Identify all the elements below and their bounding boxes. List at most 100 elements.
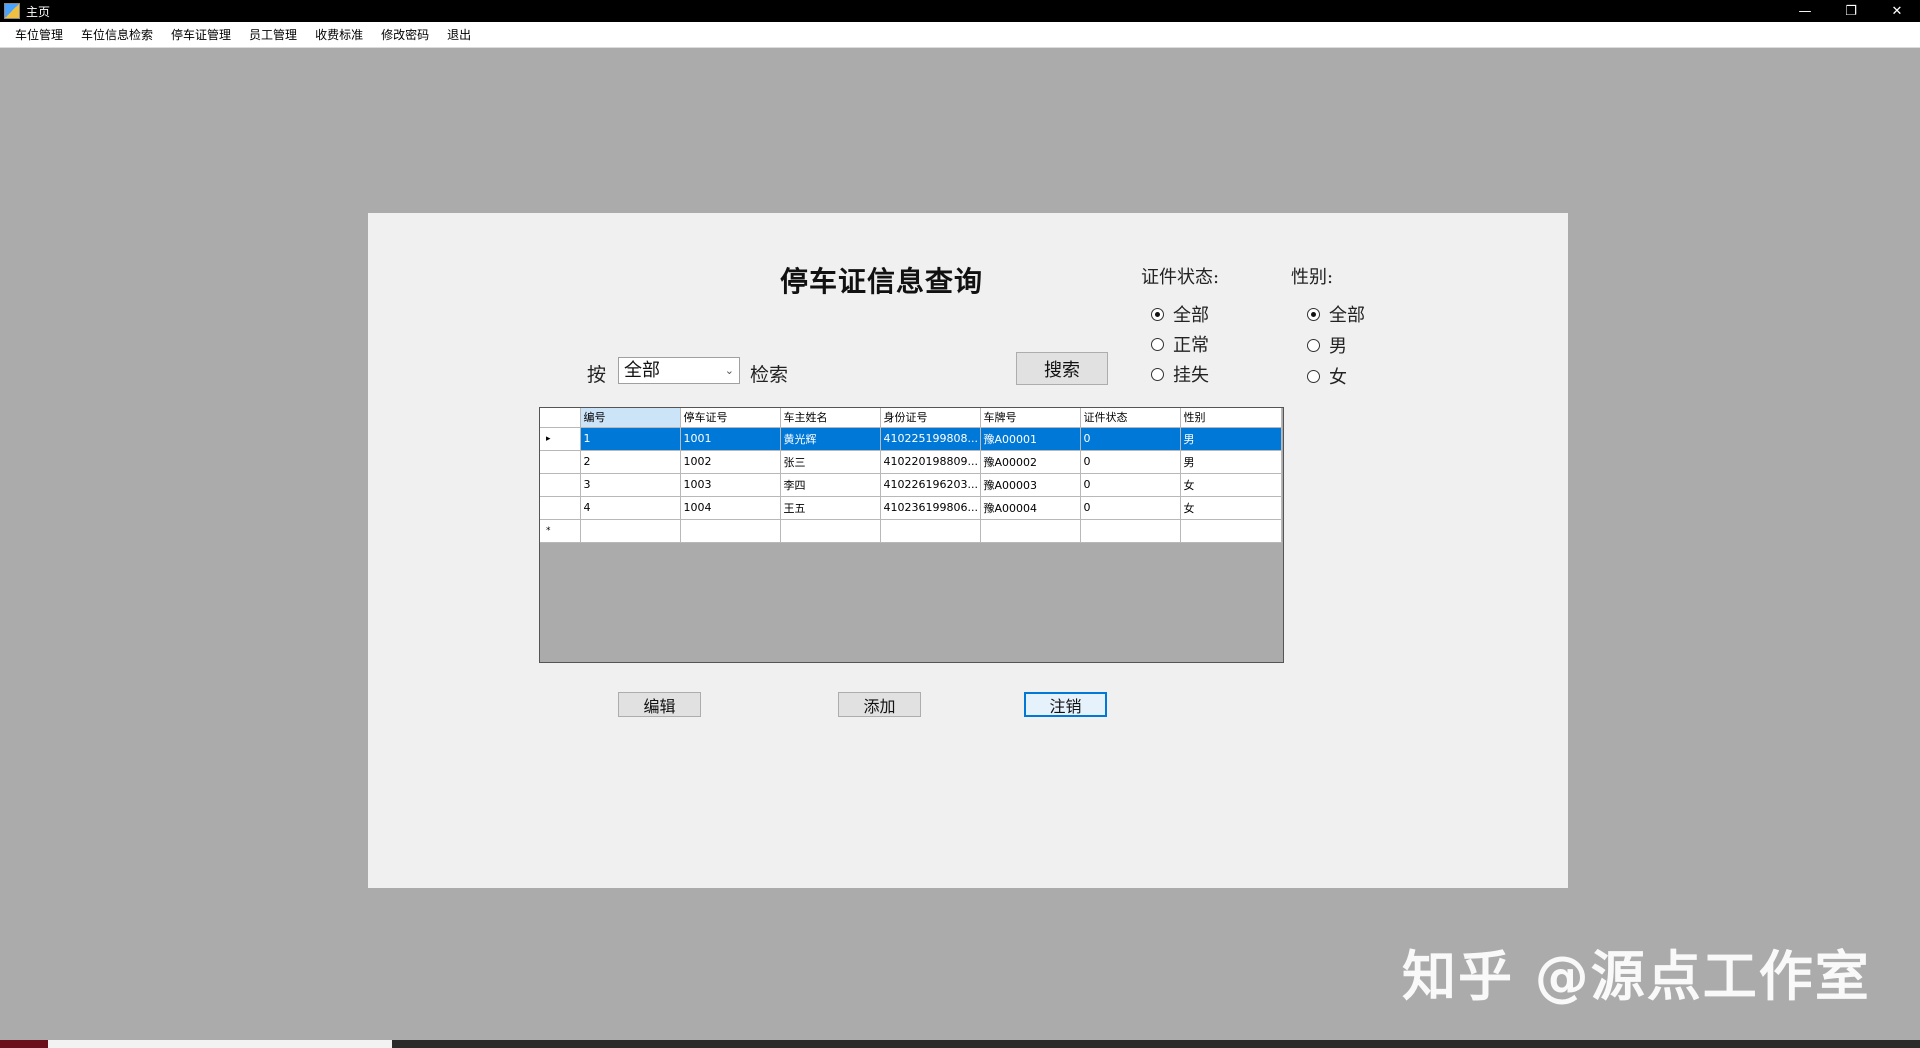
cell-id-card[interactable]: 410220198809... <box>880 450 981 474</box>
edit-button[interactable]: 编辑 <box>618 692 701 717</box>
cell-plate[interactable]: 豫A00004 <box>980 496 1081 520</box>
new-cell-plate[interactable] <box>980 519 1081 543</box>
new-cell-gender[interactable] <box>1180 519 1282 543</box>
cell-id-card[interactable]: 410236199806... <box>880 496 981 520</box>
new-row-indicator-icon[interactable]: * <box>540 519 581 543</box>
status-radio-lost[interactable]: 挂失 <box>1151 361 1209 387</box>
menu-change-password[interactable]: 修改密码 <box>372 22 438 48</box>
status-radio-normal[interactable]: 正常 <box>1151 331 1209 357</box>
radio-checked-icon <box>1151 307 1164 321</box>
status-radio-all[interactable]: 全部 <box>1151 301 1209 327</box>
cell-id-card[interactable]: 410226196203... <box>880 473 981 497</box>
menu-permit-management[interactable]: 停车证管理 <box>162 22 240 48</box>
taskbar-app-tile[interactable] <box>0 1040 48 1048</box>
column-header-id-card[interactable]: 身份证号 <box>880 408 981 428</box>
new-cell-id[interactable] <box>580 519 681 543</box>
gender-group-label: 性别: <box>1291 267 1334 288</box>
cell-owner-name[interactable]: 黄光辉 <box>780 427 881 451</box>
column-header-status[interactable]: 证件状态 <box>1080 408 1181 428</box>
radio-unchecked-icon <box>1307 369 1320 383</box>
new-cell-permit-no[interactable] <box>680 519 781 543</box>
cell-owner-name[interactable]: 张三 <box>780 450 881 474</box>
permit-data-grid[interactable]: 编号 停车证号 车主姓名 身份证号 车牌号 证件状态 性别 ▸ 1 1001 黄… <box>539 407 1284 663</box>
cell-id[interactable]: 3 <box>580 473 681 497</box>
search-suffix-label: 检索 <box>750 364 789 386</box>
add-button[interactable]: 添加 <box>838 692 921 717</box>
table-row[interactable]: 4 1004 王五 410236199806... 豫A00004 0 女 <box>540 496 1282 520</box>
permit-table: 编号 停车证号 车主姓名 身份证号 车牌号 证件状态 性别 ▸ 1 1001 黄… <box>540 408 1282 543</box>
cell-permit-no[interactable]: 1004 <box>680 496 781 520</box>
radio-unchecked-icon <box>1307 338 1320 352</box>
table-row[interactable]: 2 1002 张三 410220198809... 豫A00002 0 男 <box>540 450 1282 474</box>
row-header[interactable] <box>540 450 581 474</box>
new-cell-status[interactable] <box>1080 519 1181 543</box>
radio-unchecked-icon <box>1151 337 1164 351</box>
row-header[interactable] <box>540 496 581 520</box>
cell-gender[interactable]: 男 <box>1180 427 1282 451</box>
menu-staff-management[interactable]: 员工管理 <box>240 22 306 48</box>
search-button[interactable]: 搜索 <box>1016 352 1108 385</box>
cell-status[interactable]: 0 <box>1080 473 1181 497</box>
restore-button[interactable]: ❐ <box>1828 0 1874 22</box>
search-prefix-label: 按 <box>587 364 607 386</box>
cell-status[interactable]: 0 <box>1080 450 1181 474</box>
status-group-label: 证件状态: <box>1141 267 1220 288</box>
menu-bar: 车位管理 车位信息检索 停车证管理 员工管理 收费标准 修改密码 退出 <box>0 22 1920 48</box>
row-header[interactable] <box>540 473 581 497</box>
cell-id[interactable]: 1 <box>580 427 681 451</box>
cell-id[interactable]: 2 <box>580 450 681 474</box>
taskbar <box>0 1040 1920 1048</box>
menu-fee-standard[interactable]: 收费标准 <box>306 22 372 48</box>
cell-plate[interactable]: 豫A00001 <box>980 427 1081 451</box>
table-row[interactable]: ▸ 1 1001 黄光辉 410225199808... 豫A00001 0 男 <box>540 427 1282 451</box>
gender-radio-female[interactable]: 女 <box>1307 363 1347 389</box>
close-button[interactable]: ✕ <box>1874 0 1920 22</box>
new-cell-owner-name[interactable] <box>780 519 881 543</box>
menu-parking-space[interactable]: 车位管理 <box>6 22 72 48</box>
column-header-owner-name[interactable]: 车主姓名 <box>780 408 881 428</box>
new-cell-id-card[interactable] <box>880 519 981 543</box>
radio-unchecked-icon <box>1151 367 1164 381</box>
deregister-button[interactable]: 注销 <box>1024 692 1107 717</box>
window-controls: — ❐ ✕ <box>1782 0 1920 22</box>
cell-gender[interactable]: 女 <box>1180 473 1282 497</box>
cell-owner-name[interactable]: 王五 <box>780 496 881 520</box>
cell-plate[interactable]: 豫A00002 <box>980 450 1081 474</box>
app-icon <box>4 3 20 19</box>
column-header-permit-no[interactable]: 停车证号 <box>680 408 781 428</box>
column-header-id[interactable]: 编号 <box>580 408 681 428</box>
cell-plate[interactable]: 豫A00003 <box>980 473 1081 497</box>
new-row[interactable]: * <box>540 519 1282 543</box>
gender-radio-male[interactable]: 男 <box>1307 332 1347 358</box>
menu-space-search[interactable]: 车位信息检索 <box>72 22 162 48</box>
watermark: 知乎 @源点工作室 <box>1402 945 1871 1008</box>
cell-status[interactable]: 0 <box>1080 427 1181 451</box>
cell-permit-no[interactable]: 1002 <box>680 450 781 474</box>
page-title: 停车证信息查询 <box>780 265 984 298</box>
radio-checked-icon <box>1307 307 1320 321</box>
cell-permit-no[interactable]: 1001 <box>680 427 781 451</box>
cell-status[interactable]: 0 <box>1080 496 1181 520</box>
gender-radio-all[interactable]: 全部 <box>1307 301 1365 327</box>
permit-query-form: 停车证信息查询 证件状态: 全部 正常 挂失 性别: 全部 男 女 按 全部 ⌄… <box>368 213 1568 888</box>
search-field-select[interactable]: 全部 ⌄ <box>618 357 740 384</box>
taskbar-search-box[interactable] <box>48 1040 392 1048</box>
cell-gender[interactable]: 男 <box>1180 450 1282 474</box>
search-field-value: 全部 <box>624 360 660 381</box>
cell-id[interactable]: 4 <box>580 496 681 520</box>
chevron-down-icon: ⌄ <box>724 364 734 377</box>
current-row-indicator-icon[interactable]: ▸ <box>540 427 581 451</box>
grid-header-row: 编号 停车证号 车主姓名 身份证号 车牌号 证件状态 性别 <box>540 408 1282 428</box>
grid-corner-header <box>540 408 581 428</box>
column-header-gender[interactable]: 性别 <box>1180 408 1282 428</box>
cell-id-card[interactable]: 410225199808... <box>880 427 981 451</box>
cell-owner-name[interactable]: 李四 <box>780 473 881 497</box>
title-bar: 主页 — ❐ ✕ <box>0 0 1920 22</box>
cell-permit-no[interactable]: 1003 <box>680 473 781 497</box>
window-title: 主页 <box>26 4 51 19</box>
table-row[interactable]: 3 1003 李四 410226196203... 豫A00003 0 女 <box>540 473 1282 497</box>
cell-gender[interactable]: 女 <box>1180 496 1282 520</box>
column-header-plate[interactable]: 车牌号 <box>980 408 1081 428</box>
minimize-button[interactable]: — <box>1782 0 1828 22</box>
menu-exit[interactable]: 退出 <box>438 22 480 48</box>
